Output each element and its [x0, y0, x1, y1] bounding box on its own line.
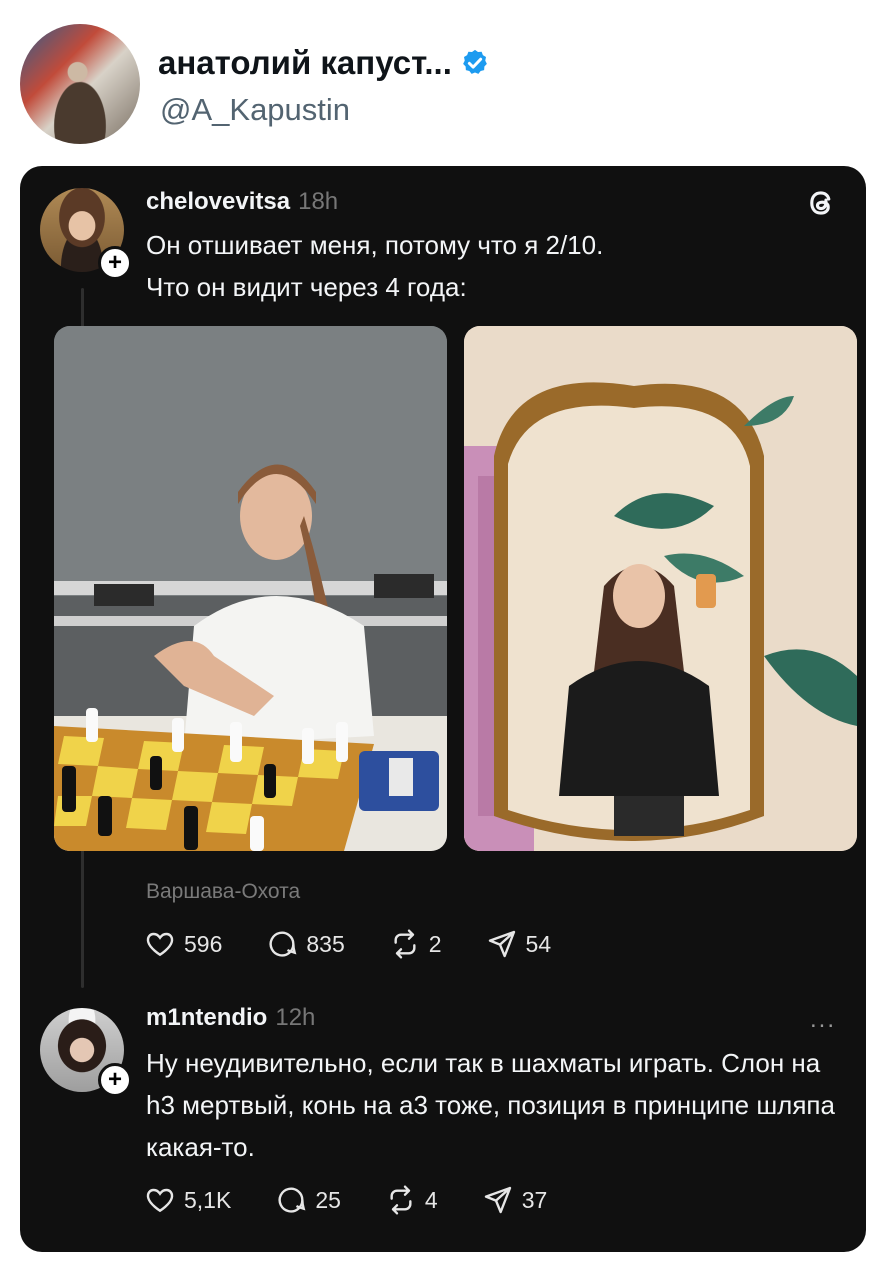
post-action-bar: 596 835 2 54: [144, 928, 595, 960]
reply-timestamp: 12h: [275, 1004, 316, 1031]
send-icon: [484, 1186, 511, 1214]
like-count: 596: [184, 930, 223, 957]
post-text: Он отшивает меня, потому что я 2/10. Что…: [146, 224, 826, 308]
send-icon: [488, 930, 515, 958]
repost-count: 4: [424, 1186, 438, 1213]
author-name-row[interactable]: анатолий капуст...: [158, 44, 490, 82]
post-username-row[interactable]: chelovevitsa 18h: [146, 188, 338, 216]
like-count: 5,1K: [184, 1186, 232, 1213]
repost-button[interactable]: 4: [385, 1184, 438, 1216]
reply-action-bar: 5,1K 25 4 37: [144, 1184, 591, 1216]
like-button[interactable]: 5,1K: [144, 1184, 231, 1216]
reply-count: 25: [315, 1186, 341, 1213]
author-handle[interactable]: @A_Kapustin: [160, 92, 350, 128]
threads-logo-icon: [810, 191, 831, 215]
chess-photo-illustration: [54, 326, 447, 851]
post-text-line: Что он видит через 4 года:: [146, 272, 467, 302]
threads-screenshot-card: + chelovevitsa 18h Он отшивает меня, пото…: [20, 166, 866, 1252]
reply-count: 835: [306, 930, 345, 957]
mirror-photo-illustration: [464, 326, 857, 851]
author-avatar[interactable]: [20, 24, 140, 144]
reply-text: Ну неудивительно, если так в шахматы игр…: [146, 1048, 835, 1162]
more-options-icon[interactable]: ...: [810, 1006, 836, 1034]
post-username[interactable]: chelovevitsa: [146, 188, 290, 215]
post-location[interactable]: Варшава-Охота: [146, 880, 300, 904]
reply-username-row[interactable]: m1ntendio 12h: [146, 1004, 315, 1032]
share-count: 37: [521, 1186, 548, 1213]
share-count: 54: [525, 930, 552, 957]
repost-count: 2: [428, 930, 442, 957]
share-button[interactable]: 54: [486, 928, 552, 960]
tweet-header: анатолий капуст... @A_Kapustin: [20, 24, 880, 146]
comment-bubble-icon: [278, 1187, 306, 1213]
post-photo-chess[interactable]: [54, 326, 447, 851]
repost-icon: [394, 929, 416, 959]
post-photo-mirror-selfie[interactable]: [464, 326, 857, 851]
reply-button[interactable]: 835: [266, 928, 345, 960]
share-button[interactable]: 37: [482, 1184, 548, 1216]
author-display-name[interactable]: анатолий капуст...: [158, 44, 452, 82]
repost-icon: [390, 1185, 412, 1215]
like-button[interactable]: 596: [144, 928, 222, 960]
post-text-line: Он отшивает меня, потому что я 2/10.: [146, 230, 604, 260]
comment-bubble-icon: [269, 931, 297, 957]
follow-plus-icon[interactable]: +: [98, 1063, 132, 1097]
heart-icon: [146, 932, 174, 957]
repost-button[interactable]: 2: [389, 928, 442, 960]
post-timestamp: 18h: [298, 188, 339, 215]
reply-username[interactable]: m1ntendio: [146, 1004, 267, 1031]
verified-badge-icon: [462, 49, 487, 74]
reply-button[interactable]: 25: [275, 1184, 341, 1216]
follow-plus-icon[interactable]: +: [98, 246, 132, 280]
heart-icon: [146, 1188, 174, 1213]
